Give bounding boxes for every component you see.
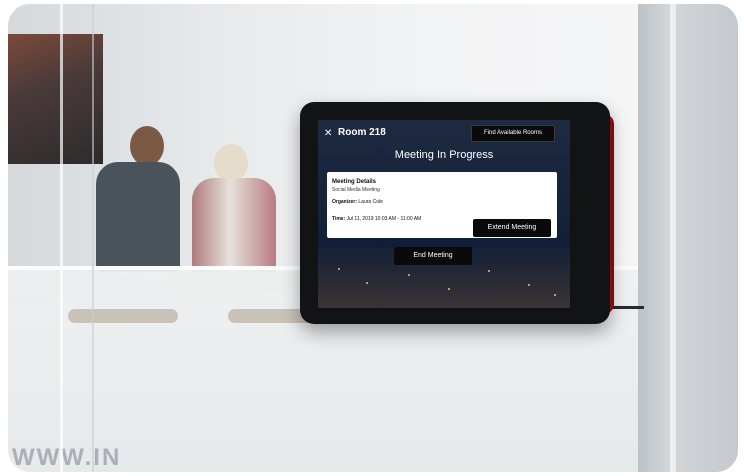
photo-frame: WWW.IN ✕ Room 218 Find Available Rooms M… <box>8 4 738 472</box>
room-name: Room 218 <box>338 127 386 138</box>
meeting-time: Jul 11, 2019 10:03 AM - 11:00 AM <box>346 216 422 222</box>
person-standing-left <box>78 126 188 276</box>
chair <box>68 309 178 323</box>
tablet-screen: ✕ Room 218 Find Available Rooms Meeting … <box>318 120 570 308</box>
close-icon[interactable]: ✕ <box>324 128 332 139</box>
meeting-details-card: Meeting Details Social Media Meeting Org… <box>327 172 557 238</box>
glass-edge <box>60 4 63 472</box>
organizer-line: Organizer: Laura Cole <box>332 199 383 205</box>
organizer-label: Organizer: <box>332 199 358 205</box>
time-label: Time: <box>332 216 346 222</box>
meeting-name: Social Media Meeting <box>332 187 380 193</box>
extend-meeting-button[interactable]: Extend Meeting <box>473 219 551 237</box>
find-available-rooms-button[interactable]: Find Available Rooms <box>471 125 555 142</box>
organizer-name: Laura Cole <box>358 199 383 205</box>
glass-watermark: WWW.IN <box>12 444 122 471</box>
time-line: Time: Jul 11, 2019 10:03 AM - 11:00 AM <box>332 216 421 222</box>
person-standing-right <box>184 144 280 284</box>
meeting-status: Meeting In Progress <box>394 149 494 161</box>
details-heading: Meeting Details <box>332 179 377 185</box>
end-meeting-button[interactable]: End Meeting <box>394 247 472 265</box>
room-scheduler-tablet: ✕ Room 218 Find Available Rooms Meeting … <box>300 102 610 324</box>
door-pillar <box>638 4 738 472</box>
